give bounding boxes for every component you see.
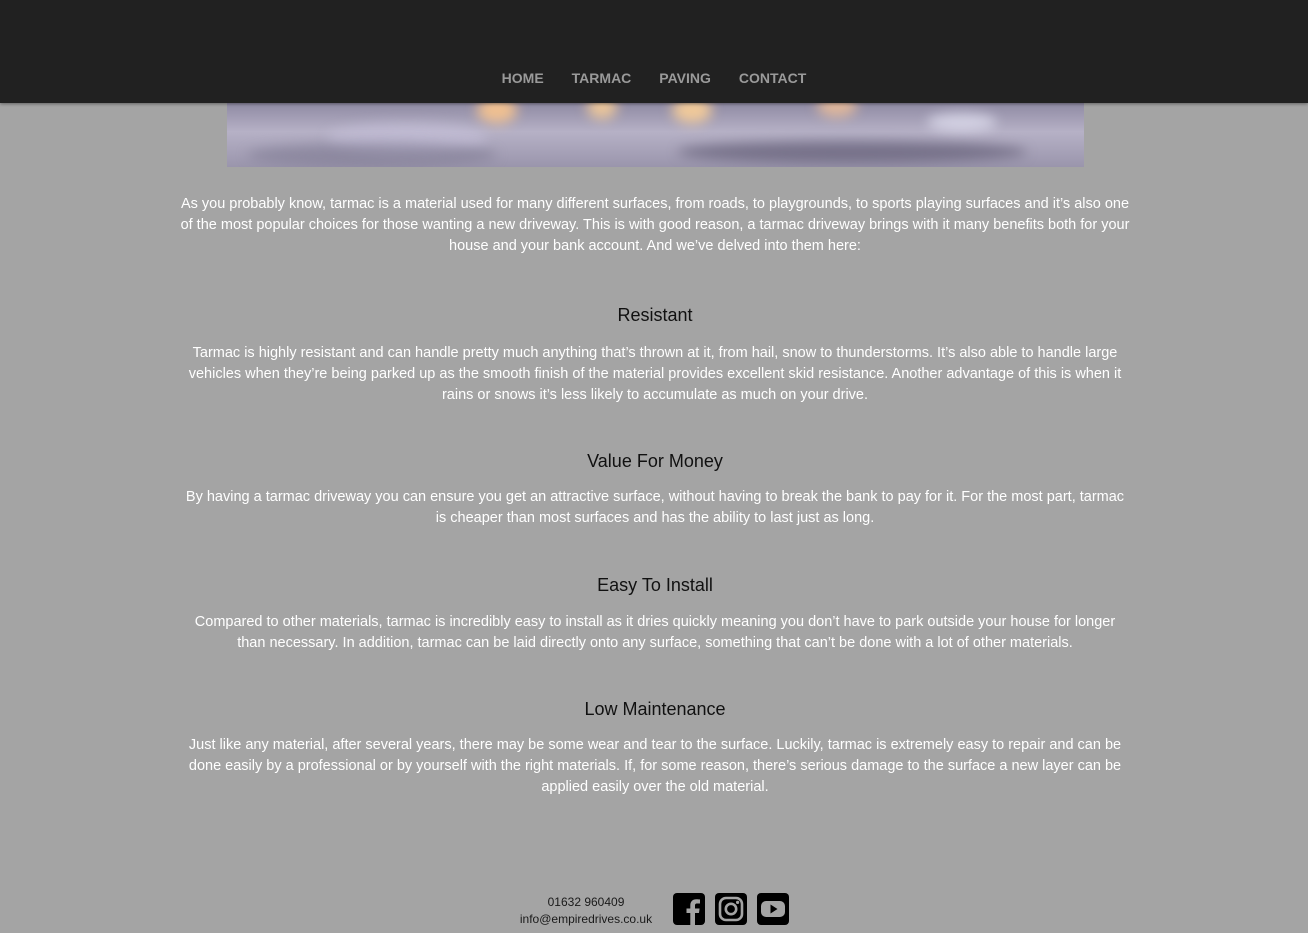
site-footer: 01632 960409 info@empiredrives.co.uk [0,890,1308,933]
hero-image [227,103,1084,167]
section-resistant: Resistant Tarmac is highly resistant and… [180,304,1130,406]
section-text: Compared to other materials, tarmac is i… [194,614,1116,651]
section-text: Just like any material, after several ye… [188,737,1122,795]
section-title: Low Maintenance [584,699,726,719]
nav-tarmac-link[interactable]: TARMAC [558,70,646,86]
nav-home-link[interactable]: HOME [488,70,558,86]
nav-paving-link[interactable]: PAVING [645,70,725,86]
email-address[interactable]: info@empiredrives.co.uk [500,911,672,928]
section-low-maintenance: Low Maintenance Just like any material, … [180,698,1130,798]
section-text: Tarmac is highly resistant and can handl… [188,345,1122,403]
section-title: Value For Money [587,451,723,471]
main-nav: HOME TARMAC PAVING CONTACT [0,70,1308,86]
main-content: As you probably know, tarmac is a materi… [180,194,1130,798]
section-title: Easy To Install [597,575,713,595]
section-value-for-money: Value For Money By having a tarmac drive… [180,450,1130,529]
contact-info: 01632 960409 info@empiredrives.co.uk [500,894,672,928]
section-text: By having a tarmac driveway you can ensu… [185,489,1125,526]
social-links [673,893,789,925]
intro-paragraph: As you probably know, tarmac is a materi… [180,196,1130,254]
site-header: HOME TARMAC PAVING CONTACT [0,0,1308,103]
section-easy-to-install: Easy To Install Compared to other materi… [180,574,1130,654]
youtube-icon[interactable] [757,893,789,925]
instagram-icon[interactable] [715,893,747,925]
phone-number[interactable]: 01632 960409 [500,894,672,911]
nav-contact-link[interactable]: CONTACT [725,70,820,86]
facebook-icon[interactable] [673,893,705,925]
section-title: Resistant [617,305,693,325]
